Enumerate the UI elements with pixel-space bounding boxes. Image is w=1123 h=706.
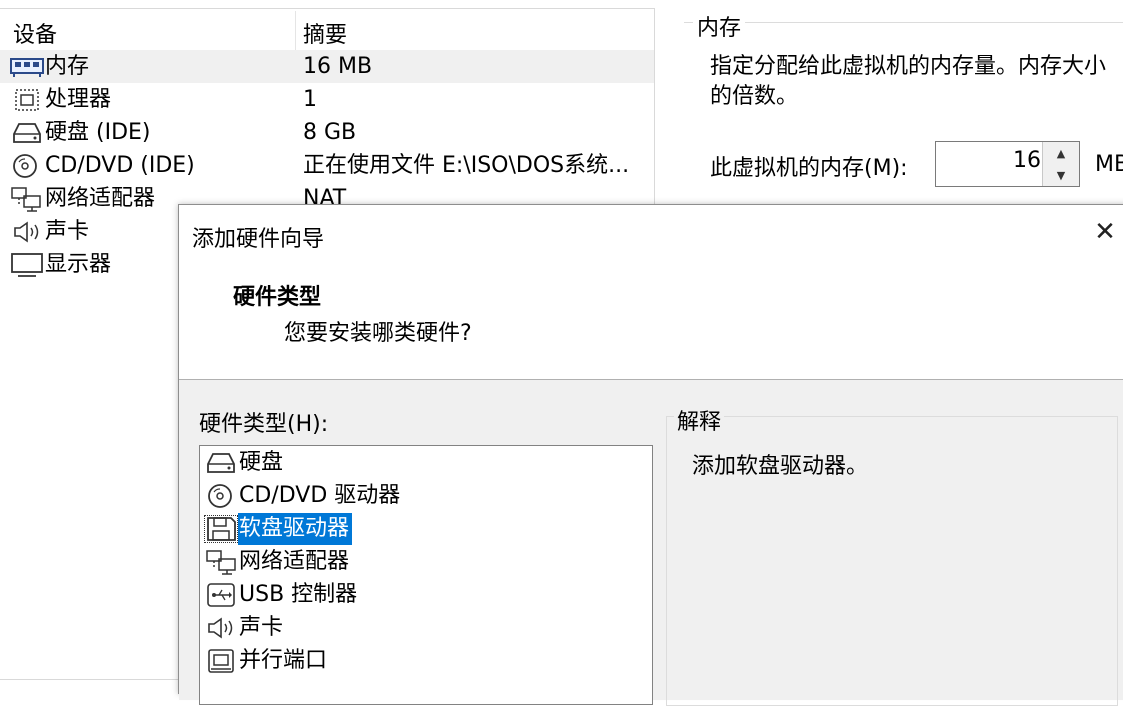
memory-group-title: 内存 <box>693 10 746 42</box>
parallel-port-icon <box>205 648 237 674</box>
list-item-label: 并行端口 <box>239 648 328 673</box>
device-name: CD/DVD (IDE) <box>45 153 195 178</box>
device-row-memory[interactable]: 内存 16 MB <box>0 50 654 83</box>
memory-size-spinbox[interactable]: 16 ▲ ▼ <box>935 141 1080 187</box>
device-name: 网络适配器 <box>45 186 156 211</box>
wizard-page-title: 硬件类型 <box>233 285 322 310</box>
floppy-icon <box>204 515 238 543</box>
device-name: 硬盘 (IDE) <box>45 120 151 145</box>
wizard-page-subtitle: 您要安装哪类硬件? <box>284 321 472 346</box>
column-header-device[interactable]: 设备 <box>13 17 57 49</box>
list-item-label: 声卡 <box>239 615 284 640</box>
sound-card-icon <box>205 615 237 641</box>
device-row-cd-dvd[interactable]: CD/DVD (IDE) 正在使用文件 E:\ISO\DOS系统... <box>0 149 654 182</box>
memory-description: 指定分配给此虚拟机的内存量。内存大小 的倍数。 <box>710 54 1107 109</box>
dialog-title: 添加硬件向导 <box>192 227 325 252</box>
sound-card-icon <box>10 219 44 245</box>
cd-dvd-icon <box>205 483 237 509</box>
memory-icon <box>10 54 44 80</box>
list-item-label: 软盘驱动器 <box>238 513 353 545</box>
device-summary: 正在使用文件 E:\ISO\DOS系统... <box>303 153 630 178</box>
hard-disk-icon <box>205 450 237 476</box>
list-item-label: 网络适配器 <box>239 549 350 574</box>
device-summary: 8 GB <box>303 120 357 145</box>
network-adapter-icon <box>205 549 237 575</box>
device-row-hard-disk[interactable]: 硬盘 (IDE) 8 GB <box>0 116 654 149</box>
device-row-processor[interactable]: 处理器 1 <box>0 83 654 116</box>
cd-dvd-icon <box>10 153 44 179</box>
device-summary: 16 MB <box>303 54 373 79</box>
device-name: 处理器 <box>45 87 112 112</box>
list-item-label: USB 控制器 <box>239 582 358 607</box>
column-divider <box>295 11 296 51</box>
processor-icon <box>10 87 44 113</box>
hard-disk-icon <box>10 120 44 146</box>
device-name: 显示器 <box>45 252 112 277</box>
list-item-label: 硬盘 <box>239 450 284 475</box>
explanation-title: 解释 <box>674 404 725 436</box>
device-name: 内存 <box>45 54 90 79</box>
explanation-text: 添加软盘驱动器。 <box>692 454 869 479</box>
memory-group-border <box>684 22 1123 23</box>
memory-size-label: 此虚拟机的内存(M): <box>710 156 908 181</box>
spin-up-icon[interactable]: ▲ <box>1042 142 1079 165</box>
spin-down-icon[interactable]: ▼ <box>1042 164 1079 186</box>
add-hardware-wizard-dialog: 添加硬件向导 ✕ 硬件类型 您要安装哪类硬件? 硬件类型(H): 硬盘 CD/D… <box>178 204 1123 706</box>
hardware-type-label: 硬件类型(H): <box>199 412 329 437</box>
network-adapter-icon <box>10 186 44 212</box>
device-summary: 1 <box>303 87 317 112</box>
memory-unit-label: MB <box>1095 152 1123 177</box>
memory-size-value[interactable]: 16 <box>1013 148 1041 173</box>
close-icon[interactable]: ✕ <box>1092 219 1118 245</box>
list-item-label: CD/DVD 驱动器 <box>239 483 401 508</box>
hardware-type-list[interactable]: 硬盘 CD/DVD 驱动器 软盘驱动器 网络适配器 USB 控制器 声卡 并行端… <box>199 445 653 705</box>
display-icon <box>10 252 44 278</box>
wizard-body: 硬件类型(H): 硬盘 CD/DVD 驱动器 软盘驱动器 网络适配器 USB 控… <box>179 380 1123 706</box>
device-name: 声卡 <box>45 219 90 244</box>
usb-icon <box>205 582 237 608</box>
column-header-summary[interactable]: 摘要 <box>303 17 347 49</box>
